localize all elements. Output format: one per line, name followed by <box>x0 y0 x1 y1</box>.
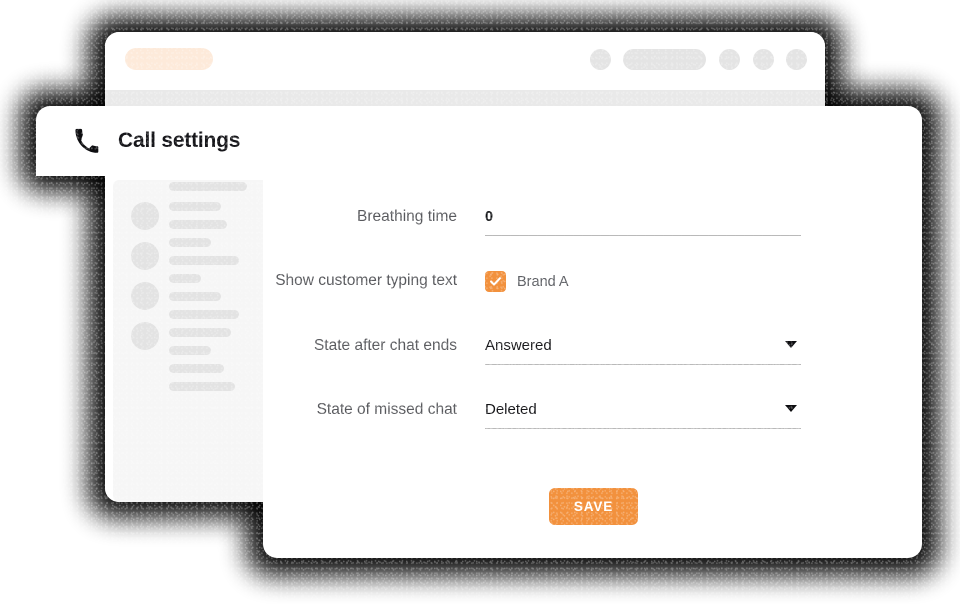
field-show-customer-typing-text: Brand A <box>485 270 801 292</box>
phone-icon <box>75 128 99 153</box>
form-row-state-of-missed-chat: State of missed chat Deleted <box>263 399 922 433</box>
skeleton-bar <box>169 256 239 265</box>
skeleton-sidebar <box>113 180 265 502</box>
form-row-state-after-chat-ends: State after chat ends Answered <box>263 335 922 369</box>
value-state-after-chat-ends: Answered <box>485 337 552 354</box>
panel-header-card: Call settings <box>36 106 884 176</box>
label-state-after-chat-ends: State after chat ends <box>313 337 457 354</box>
value-state-of-missed-chat: Deleted <box>485 401 537 418</box>
skeleton-avatar <box>131 322 159 350</box>
topbar-dot-1[interactable] <box>590 49 611 70</box>
page-title: Call settings <box>118 129 241 152</box>
topbar-dot-4[interactable] <box>786 49 807 70</box>
skeleton-bar <box>169 274 201 283</box>
underline-state-of-missed-chat <box>485 428 801 429</box>
skeleton-avatar <box>131 282 159 310</box>
label-state-of-missed-chat: State of missed chat <box>316 401 457 418</box>
topbar-dot-3[interactable] <box>753 49 774 70</box>
form-row-breathing-time: Breathing time 0 <box>263 206 922 240</box>
skeleton-bar <box>169 328 231 337</box>
brand-a-checkbox[interactable] <box>485 271 506 292</box>
skeleton-bar <box>169 238 211 247</box>
save-button[interactable]: SAVE <box>549 488 638 525</box>
select-state-after-chat-ends[interactable]: Answered <box>485 335 801 365</box>
label-breathing-time: Breathing time <box>357 208 457 225</box>
label-show-customer-typing-text: Show customer typing text <box>275 272 457 289</box>
brand-a-checkbox-label: Brand A <box>517 273 569 290</box>
chevron-down-icon[interactable] <box>785 405 797 412</box>
skeleton-bar <box>169 310 239 319</box>
chevron-down-icon[interactable] <box>785 341 797 348</box>
skeleton-bar <box>169 182 247 191</box>
skeleton-bar <box>169 382 235 391</box>
topbar-brand-pill <box>125 48 213 70</box>
skeleton-bar <box>169 346 211 355</box>
browser-topbar <box>105 32 825 90</box>
underline-breathing-time <box>485 235 801 236</box>
underline-state-after-chat-ends <box>485 364 801 365</box>
select-state-of-missed-chat[interactable]: Deleted <box>485 399 801 429</box>
skeleton-bar <box>169 292 221 301</box>
skeleton-avatar <box>131 202 159 230</box>
screenshot-stage: Inactivity time 20 Breathing time 0 Show… <box>0 0 960 604</box>
form-row-show-customer-typing-text: Show customer typing text Brand A <box>263 270 922 304</box>
checkmark-icon <box>490 277 501 286</box>
skeleton-bar <box>169 364 224 373</box>
topbar-dot-2[interactable] <box>719 49 740 70</box>
value-breathing-time[interactable]: 0 <box>485 206 801 236</box>
skeleton-bar <box>169 202 221 211</box>
skeleton-bar <box>169 220 227 229</box>
topbar-gray-pill[interactable] <box>623 49 706 70</box>
field-breathing-time[interactable]: 0 <box>485 206 801 236</box>
skeleton-avatar <box>131 242 159 270</box>
